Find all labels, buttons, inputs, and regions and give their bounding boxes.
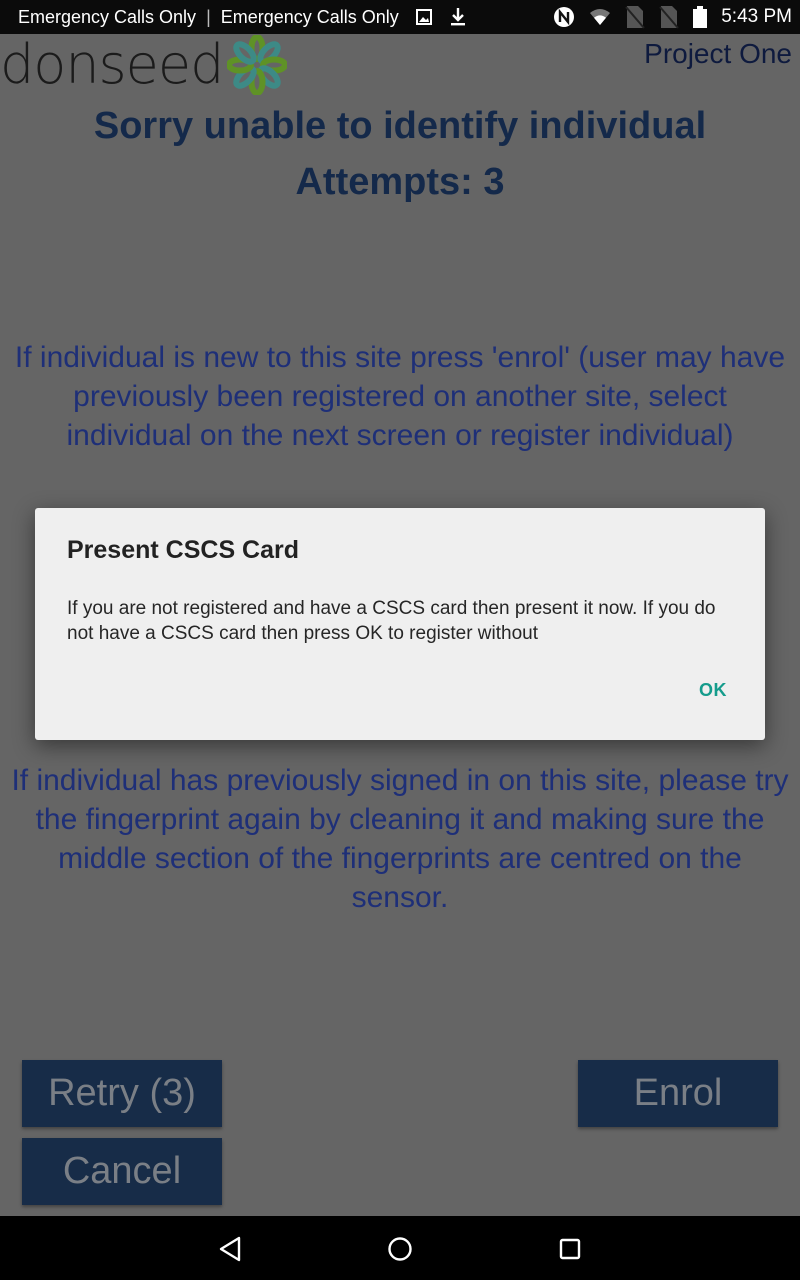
carrier-separator: | — [206, 6, 211, 27]
dialog-title: Present CSCS Card — [67, 536, 300, 564]
project-name: Project One — [644, 38, 792, 69]
cancel-button[interactable]: Cancel — [22, 1138, 222, 1205]
status-bar: Emergency Calls Only | Emergency Calls O… — [0, 0, 800, 34]
attempts-count: Attempts: 3 — [295, 161, 505, 203]
cscs-card-dialog: Present CSCS Card If you are not registe… — [35, 508, 765, 740]
enrol-instructions: If individual is new to this site press … — [14, 341, 786, 452]
identification-failed-heading: Sorry unable to identify individual Atte… — [0, 98, 800, 210]
enrol-button[interactable]: Enrol — [578, 1060, 778, 1127]
nfc-icon — [553, 6, 575, 28]
wifi-icon — [589, 8, 611, 26]
status-left: Emergency Calls Only | Emergency Calls O… — [0, 7, 467, 28]
download-icon — [449, 7, 467, 27]
home-icon — [388, 1237, 412, 1261]
carrier-label-1: Emergency Calls Only — [18, 6, 197, 27]
back-button[interactable] — [213, 1232, 247, 1266]
donseed-logo: donseed — [0, 33, 288, 96]
recent-apps-icon — [559, 1238, 581, 1260]
no-sim-icon — [625, 4, 645, 30]
navigation-bar — [0, 1216, 800, 1280]
logo-text: donseed — [0, 33, 224, 96]
recent-apps-button[interactable] — [553, 1232, 587, 1266]
dialog-message: If you are not registered and have a CSC… — [67, 598, 716, 644]
retry-button[interactable]: Retry (3) — [22, 1060, 222, 1127]
clock: 5:43 PM — [721, 6, 792, 27]
dialog-ok-button[interactable]: OK — [699, 680, 727, 701]
back-icon — [219, 1236, 241, 1262]
home-button[interactable] — [383, 1232, 417, 1266]
seed-flower-icon — [227, 35, 288, 95]
carrier-label-2: Emergency Calls Only — [220, 6, 399, 27]
no-sim-icon — [659, 4, 679, 30]
battery-icon — [693, 6, 708, 28]
headline-line-1: Sorry unable to identify individual — [93, 105, 707, 147]
image-notification-icon — [415, 8, 433, 26]
status-right: 5:43 PM — [553, 0, 792, 34]
retry-instructions: If individual has previously signed in o… — [11, 764, 789, 914]
